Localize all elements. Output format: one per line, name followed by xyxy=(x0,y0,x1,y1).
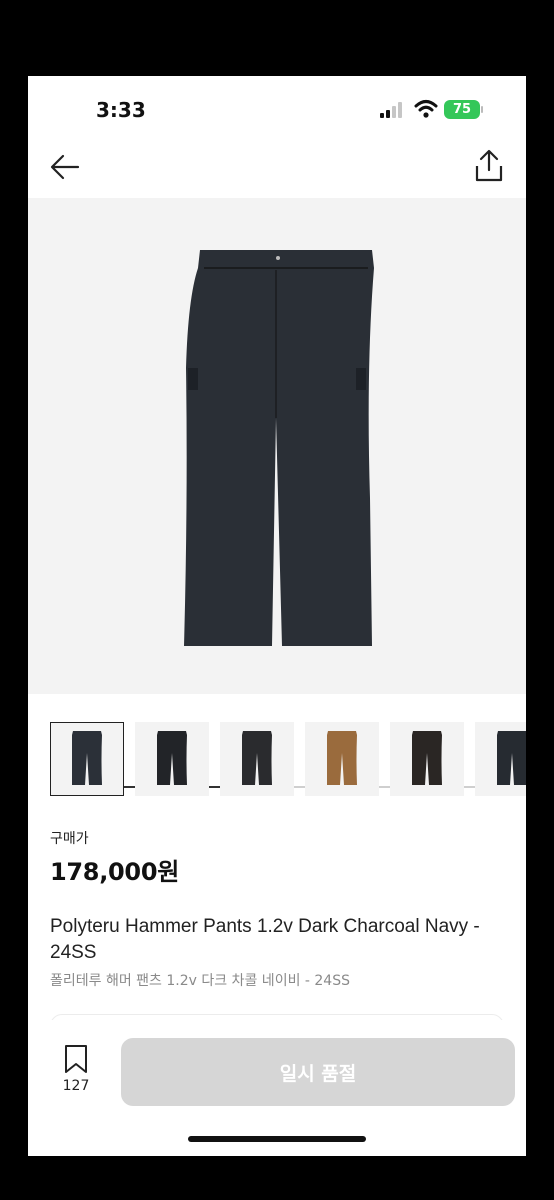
battery-tip xyxy=(481,106,483,113)
bottom-action-bar: 127 일시 품절 xyxy=(28,1020,526,1156)
thumbnail-pants-image xyxy=(412,731,442,785)
sold-out-button[interactable]: 일시 품절 xyxy=(121,1038,515,1106)
thumbnail-strip xyxy=(50,722,526,798)
price-label: 구매가 xyxy=(50,831,89,847)
thumbnail-pants-image xyxy=(242,731,272,785)
home-indicator[interactable] xyxy=(188,1136,366,1142)
thumbnail-pants-image xyxy=(327,731,357,785)
share-icon[interactable] xyxy=(472,148,506,184)
thumbnail-pants-image xyxy=(157,731,187,785)
bookmark-icon xyxy=(65,1045,87,1073)
product-image xyxy=(184,250,374,646)
product-title-ko: 폴리테루 해머 팬츠 1.2v 다크 차콜 네이비 - 24SS xyxy=(50,973,350,989)
status-bar: 3:33 75 xyxy=(28,76,526,140)
wifi-icon xyxy=(414,100,438,118)
product-thumbnail[interactable] xyxy=(50,722,124,796)
status-time: 3:33 xyxy=(96,98,146,122)
product-thumbnail[interactable] xyxy=(135,722,209,796)
product-image-carousel[interactable] xyxy=(28,198,526,788)
product-thumbnail[interactable] xyxy=(390,722,464,796)
product-title-en: Polyteru Hammer Pants 1.2v Dark Charcoal… xyxy=(50,916,480,963)
bookmark-count: 127 xyxy=(62,1078,90,1094)
back-arrow-icon[interactable] xyxy=(48,150,82,184)
thumbnail-pants-image xyxy=(72,731,102,785)
signal-icon xyxy=(380,102,406,118)
battery-icon: 75 xyxy=(444,100,480,119)
app-screen: 3:33 75 구매가 178,000원 Polyteru Hammer Pan… xyxy=(28,76,526,1156)
product-thumbnail[interactable] xyxy=(305,722,379,796)
bookmark-button[interactable]: 127 xyxy=(54,1044,98,1100)
thumbnail-pants-image xyxy=(497,731,526,785)
product-thumbnail[interactable] xyxy=(475,722,526,796)
product-thumbnail[interactable] xyxy=(220,722,294,796)
pants-illustration xyxy=(184,250,374,646)
price-value: 178,000원 xyxy=(50,858,179,886)
battery-level: 75 xyxy=(452,102,472,117)
